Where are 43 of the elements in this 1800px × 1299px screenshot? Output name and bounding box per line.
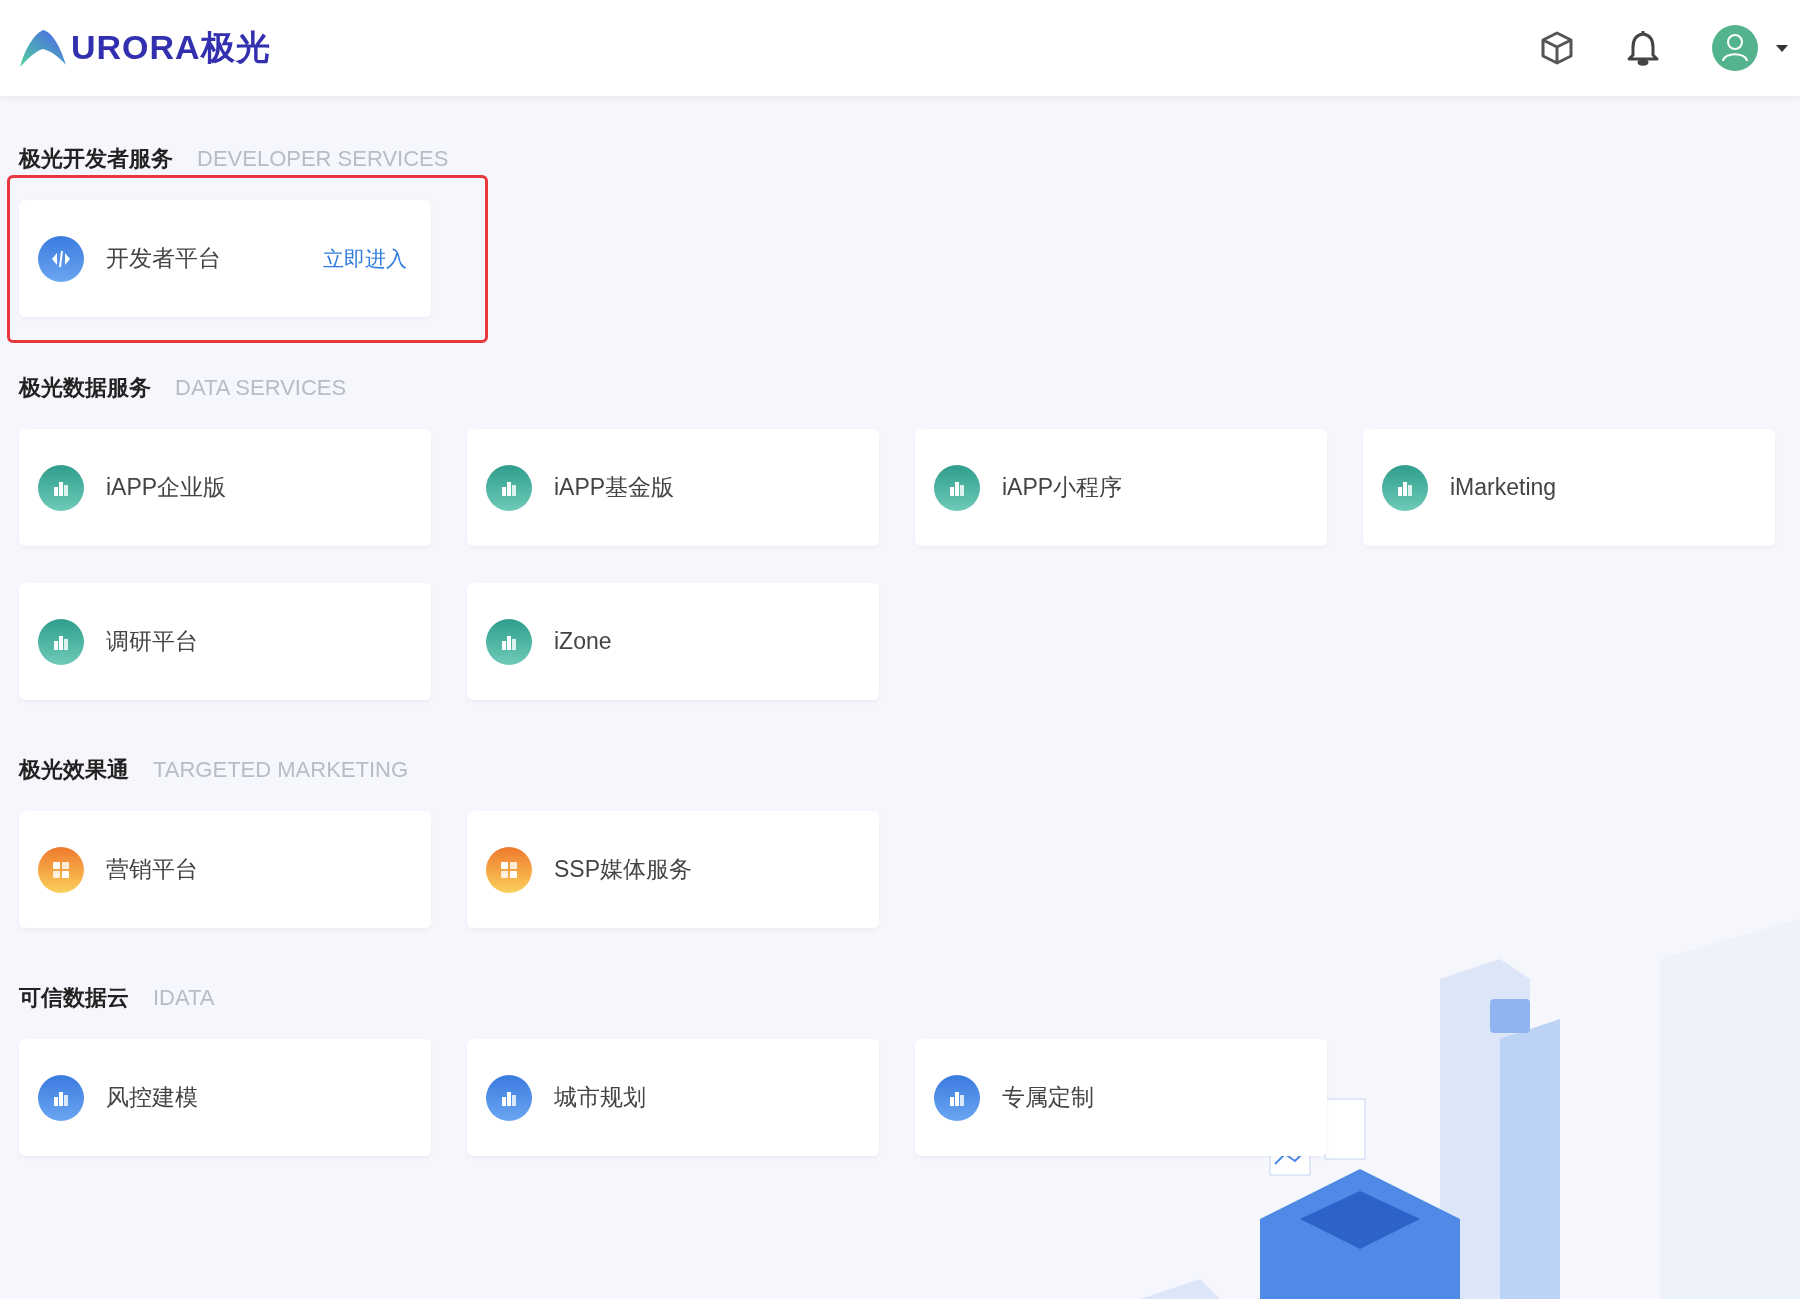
section-title: 极光效果通	[19, 756, 129, 784]
section-subtitle: TARGETED MARKETING	[153, 757, 409, 783]
service-card[interactable]: iAPP企业版	[19, 429, 431, 546]
enter-link[interactable]: 立即进入	[323, 244, 407, 273]
section-subtitle: DEVELOPER SERVICES	[197, 146, 449, 172]
service-card[interactable]: 营销平台	[19, 811, 431, 928]
service-card[interactable]: SSP媒体服务	[467, 811, 879, 928]
logo-icon	[19, 29, 67, 67]
service-card[interactable]: iAPP基金版	[467, 429, 879, 546]
service-name: 专属定制	[1002, 1083, 1095, 1112]
service-name: 城市规划	[554, 1083, 647, 1112]
service-name: iAPP企业版	[106, 473, 228, 502]
logo-text[interactable]: URORA极光	[71, 25, 271, 71]
grid-icon	[486, 846, 532, 893]
bars-icon	[934, 1074, 980, 1121]
service-card[interactable]: iMarketing	[1363, 429, 1775, 546]
section-title: 极光数据服务	[19, 374, 151, 402]
service-name: 风控建模	[106, 1083, 199, 1112]
cube-icon[interactable]	[1540, 30, 1574, 66]
service-card[interactable]: 风控建模	[19, 1039, 431, 1156]
service-name: iAPP小程序	[1002, 473, 1124, 502]
avatar-icon[interactable]	[1712, 25, 1758, 71]
service-card[interactable]: iAPP小程序	[915, 429, 1327, 546]
service-name: iZone	[554, 628, 613, 655]
service-card[interactable]: 城市规划	[467, 1039, 879, 1156]
service-name: iMarketing	[1450, 474, 1558, 501]
caret-icon[interactable]	[1776, 44, 1788, 52]
section-subtitle: IDATA	[153, 985, 215, 1011]
service-card[interactable]: 专属定制	[915, 1039, 1327, 1156]
section-subtitle: DATA SERVICES	[175, 375, 347, 401]
code-icon	[38, 235, 84, 282]
service-card[interactable]: 开发者平台 立即进入	[19, 200, 431, 317]
bar-chart-icon	[1382, 464, 1428, 511]
service-card[interactable]: iZone	[467, 583, 879, 700]
service-card[interactable]: 调研平台	[19, 583, 431, 700]
section-title: 极光开发者服务	[19, 145, 173, 173]
bell-icon[interactable]	[1626, 29, 1660, 67]
section-title: 可信数据云	[19, 984, 129, 1012]
service-name: 营销平台	[106, 855, 199, 884]
service-name: iAPP基金版	[554, 473, 676, 502]
service-name: 开发者平台	[106, 244, 222, 273]
service-name: 调研平台	[106, 627, 199, 656]
service-name: SSP媒体服务	[554, 855, 694, 884]
